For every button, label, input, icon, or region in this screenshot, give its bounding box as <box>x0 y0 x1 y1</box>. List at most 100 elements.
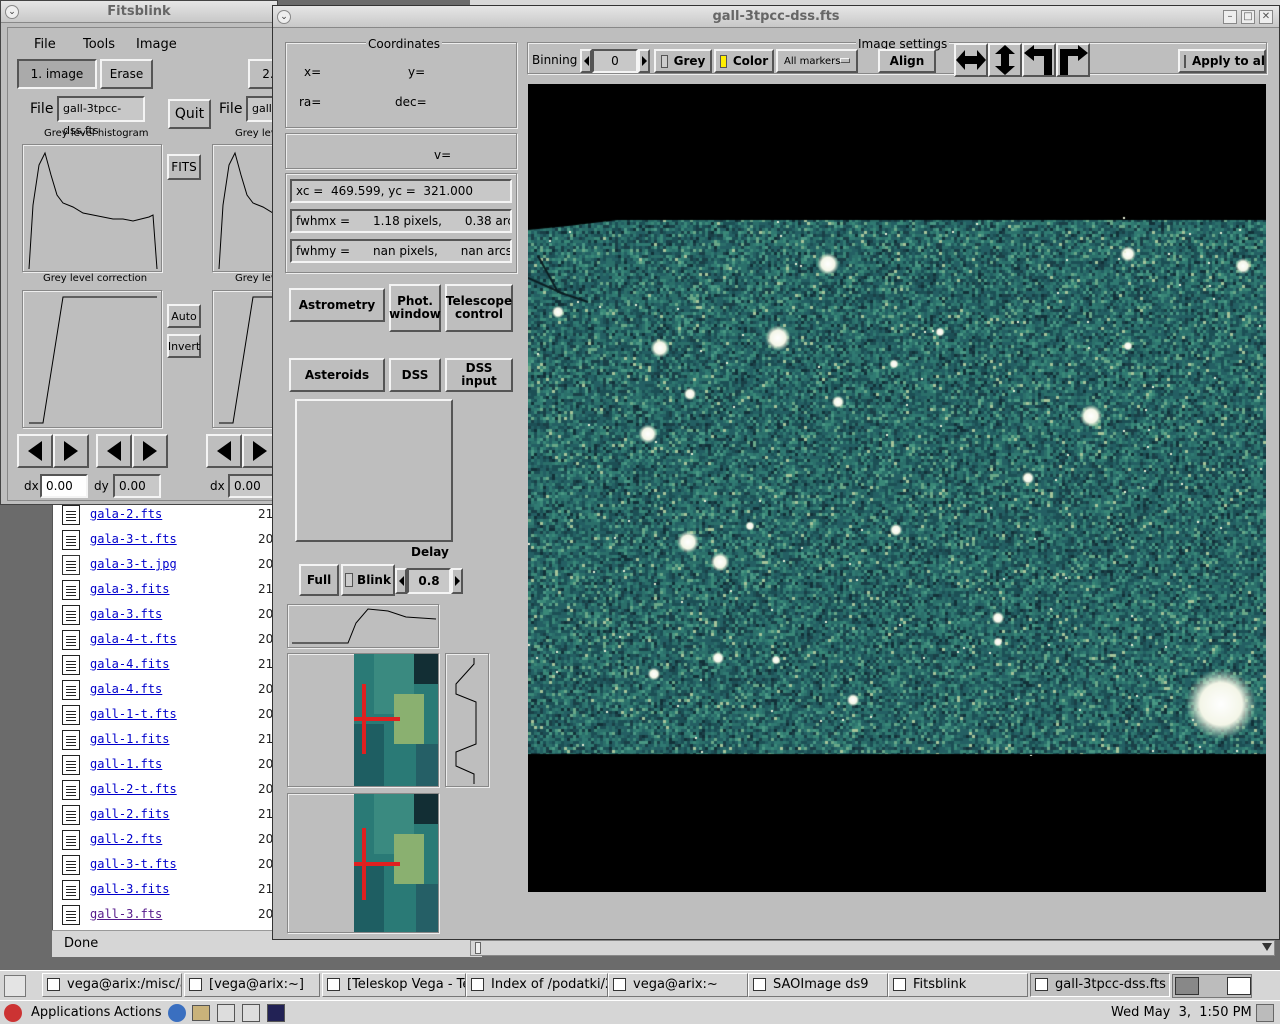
taskbar-item[interactable]: Fitsblink <box>888 973 1028 997</box>
file-row[interactable]: gala-4.fits 21 <box>62 653 277 678</box>
file-link[interactable]: gall-1.fits <box>90 732 169 746</box>
file-row[interactable]: gala-3.fits 21 <box>62 578 277 603</box>
taskbar-item[interactable]: vega@arix:~ <box>608 973 748 997</box>
workspace-switcher[interactable] <box>1172 974 1252 998</box>
taskbar-item[interactable]: [Teleskop Vega - Te <box>322 973 466 997</box>
file-link[interactable]: gall-2-t.fts <box>90 782 177 796</box>
markers-dropdown[interactable]: All markers <box>776 49 858 73</box>
maximize-button[interactable]: □ <box>1241 10 1255 24</box>
close-button[interactable]: ✕ <box>1259 10 1273 24</box>
image-window-titlebar[interactable]: ⌄ gall-3tpcc-dss.fts – □ ✕ <box>273 6 1279 28</box>
auto-button[interactable]: Auto <box>167 304 201 328</box>
applications-menu-icon[interactable] <box>4 1004 22 1022</box>
full-button[interactable]: Full <box>299 564 339 596</box>
asteroids-button[interactable]: Asteroids <box>289 358 385 392</box>
menu-image[interactable]: Image <box>136 37 177 52</box>
dy-left-button[interactable] <box>96 434 132 468</box>
menu-tools[interactable]: Tools <box>83 37 115 52</box>
file-row[interactable]: gall-1.fts 20 <box>62 753 277 778</box>
dx-left-button[interactable] <box>17 434 53 468</box>
browser-hscrollbar[interactable] <box>470 940 1275 956</box>
dx-input[interactable]: 0.00 <box>40 474 88 498</box>
file-link[interactable]: gall-3-t.fts <box>90 857 177 871</box>
scroll-down-arrow-icon[interactable] <box>1262 943 1272 951</box>
dss-button[interactable]: DSS <box>389 358 441 392</box>
binning-decrease[interactable] <box>580 49 592 73</box>
fitsblink-titlebar[interactable]: ⌄ Fitsblink <box>1 1 277 23</box>
dx2-input[interactable]: 0.00 <box>228 474 278 498</box>
file-row[interactable]: gala-3-t.jpg 20 <box>62 553 277 578</box>
file-row[interactable]: gala-3.fts 20 <box>62 603 277 628</box>
dy-input[interactable]: 0.00 <box>113 474 161 498</box>
file-row[interactable]: gala-2.fts 21 <box>62 503 277 528</box>
file-row[interactable]: gall-3.fits 21 <box>62 878 277 903</box>
file-link[interactable]: gall-3.fits <box>90 882 169 896</box>
color-toggle[interactable]: Color <box>714 49 774 73</box>
file-link[interactable]: gall-3.fts <box>90 907 162 921</box>
window-menu-icon[interactable]: ⌄ <box>277 10 291 24</box>
invert-button[interactable]: Invert <box>167 334 201 358</box>
file-link[interactable]: gala-4.fts <box>90 682 162 696</box>
file-row[interactable]: gall-1-t.fts 20 <box>62 703 277 728</box>
file-row[interactable]: gall-2-t.fts 20 <box>62 778 277 803</box>
flip-vertical-button[interactable] <box>988 43 1022 77</box>
file-row[interactable]: gall-3.fts 20 <box>62 903 277 928</box>
erase-button[interactable]: Erase <box>100 59 153 89</box>
telescope-control-button[interactable]: Telescope control <box>445 284 513 332</box>
dss-input-button[interactable]: DSS input <box>445 358 513 392</box>
dx-right-button[interactable] <box>53 434 89 468</box>
phot-window-button[interactable]: Phot. window <box>389 284 441 332</box>
astrometry-button[interactable]: Astrometry <box>289 288 385 322</box>
terminal-launcher-icon[interactable] <box>267 1004 285 1022</box>
taskbar-item[interactable]: gall-3tpcc-dss.fts <box>1030 973 1170 997</box>
file-row[interactable]: gala-4-t.fts 20 <box>62 628 277 653</box>
blink-toggle[interactable]: Blink <box>341 564 395 596</box>
taskbar-item[interactable]: [vega@arix:~] <box>184 973 320 997</box>
file-row[interactable]: gall-1.fits 21 <box>62 728 277 753</box>
mail-launcher-icon[interactable] <box>192 1005 210 1021</box>
file-link[interactable]: gall-2.fts <box>90 832 162 846</box>
fits-image-canvas[interactable] <box>528 84 1266 892</box>
file-link[interactable]: gall-2.fits <box>90 807 169 821</box>
quit-button[interactable]: Quit <box>168 99 211 129</box>
file-row[interactable]: gall-3-t.fts 20 <box>62 853 277 878</box>
calc-launcher-icon[interactable] <box>242 1004 260 1022</box>
fits-button[interactable]: FITS <box>167 154 201 180</box>
file-row[interactable]: gall-2.fts 20 <box>62 828 277 853</box>
rotate-right-button[interactable] <box>1056 43 1090 77</box>
delay-value[interactable]: 0.8 <box>407 568 451 594</box>
file-input[interactable]: gall-3tpcc-dss.fts <box>57 96 145 137</box>
file-row[interactable]: gall-2.fits 21 <box>62 803 277 828</box>
dy-right-button[interactable] <box>132 434 168 468</box>
window-menu-icon[interactable]: ⌄ <box>5 5 19 19</box>
star-field[interactable] <box>528 216 1266 756</box>
delay-increase[interactable] <box>451 568 463 594</box>
file-link[interactable]: gall-1.fts <box>90 757 162 771</box>
image1-button[interactable]: 1. image <box>17 59 97 89</box>
binning-increase[interactable] <box>638 49 650 73</box>
apply-to-all-toggle[interactable]: Apply to all <box>1178 49 1266 73</box>
writer-launcher-icon[interactable] <box>217 1004 235 1022</box>
file-link[interactable]: gala-4.fits <box>90 657 169 671</box>
file-link[interactable]: gala-3.fits <box>90 582 169 596</box>
file-row[interactable]: gala-4.fts 20 <box>62 678 277 703</box>
file-link[interactable]: gala-3-t.jpg <box>90 557 177 571</box>
show-desktop-button[interactable] <box>4 975 26 997</box>
file-link[interactable]: gala-3-t.fts <box>90 532 177 546</box>
flip-horizontal-button[interactable] <box>954 43 988 77</box>
browser-launcher-icon[interactable] <box>168 1004 186 1022</box>
menu-file[interactable]: File <box>34 37 56 52</box>
minimize-button[interactable]: – <box>1223 10 1237 24</box>
clock[interactable]: Wed May 3, 1:50 PM <box>1111 1005 1252 1020</box>
file-link[interactable]: gala-4-t.fts <box>90 632 177 646</box>
file-link[interactable]: gala-3.fts <box>90 607 162 621</box>
applications-menu[interactable]: Applications <box>31 1005 110 1020</box>
file-link[interactable]: gala-2.fts <box>90 507 162 521</box>
file-link[interactable]: gall-1-t.fts <box>90 707 177 721</box>
file-row[interactable]: gala-3-t.fts 20 <box>62 528 277 553</box>
delay-decrease[interactable] <box>395 568 407 594</box>
actions-menu[interactable]: Actions <box>114 1005 162 1020</box>
binning-value[interactable]: 0 <box>592 49 638 73</box>
taskbar-item[interactable]: Index of /podatki/20 <box>466 973 608 997</box>
taskbar-item[interactable]: SAOImage ds9 <box>748 973 888 997</box>
